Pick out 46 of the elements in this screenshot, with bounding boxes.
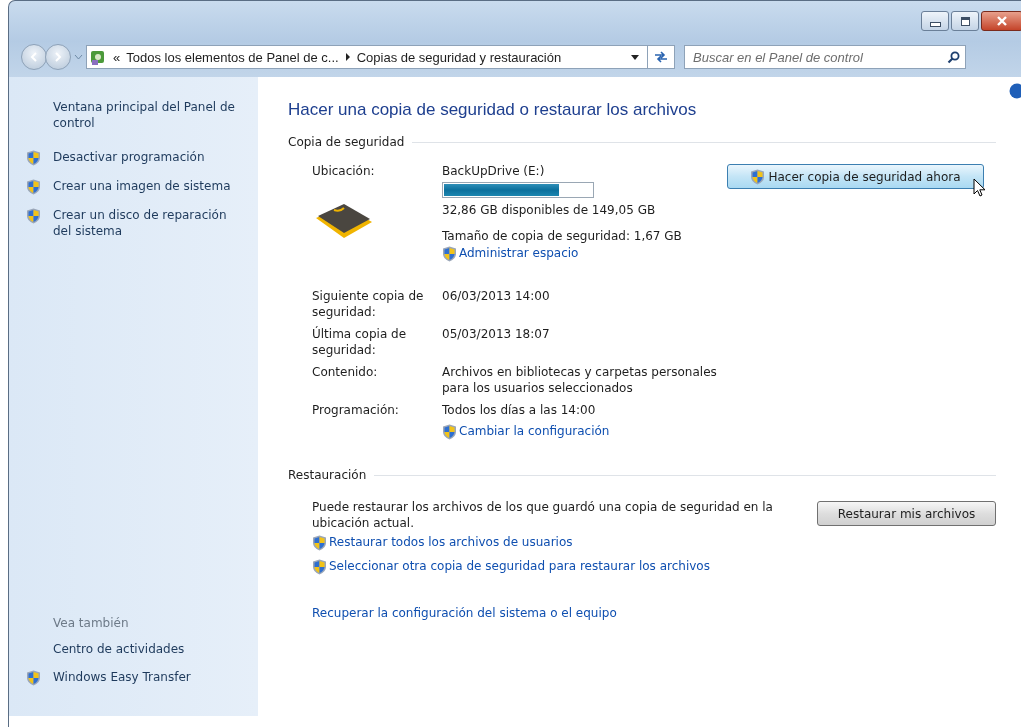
close-icon[interactable] <box>996 16 1008 26</box>
field-value: 05/03/2013 18:07 <box>442 326 551 343</box>
breadcrumb[interactable]: Copias de seguridad y restauración <box>356 49 562 65</box>
link[interactable]: Crear un disco de reparación del sistema <box>53 207 243 239</box>
control-panel-icon <box>89 48 107 66</box>
drive-name: BackUpDrive (E:) <box>442 164 546 178</box>
field-value: 06/03/2013 14:00 <box>442 288 551 305</box>
see-also-heading: Vea también <box>52 616 130 630</box>
page-title: Hacer una copia de seguridad o restaurar los archivos <box>288 100 698 120</box>
restore-description: Puede restaurar los archivos de los que guardó una copia de seguridad en la ubicación actual. <box>312 499 774 531</box>
link[interactable]: Centro de actividades <box>53 641 243 657</box>
help-icon[interactable] <box>1009 83 1021 99</box>
field-label: Contenido: <box>312 364 379 381</box>
link[interactable]: Recuperar la configuración del sistema o el equipo <box>312 606 617 620</box>
field-label: Última copia de seguridad: <box>312 326 408 358</box>
link[interactable]: Restaurar todos los archivos de usuarios <box>329 535 573 549</box>
link[interactable]: Seleccionar otra copia de seguridad para restaurar los archivos <box>329 559 710 573</box>
section-heading: Restauración <box>288 468 367 482</box>
search-icon[interactable] <box>947 51 960 64</box>
link[interactable]: Cambiar la configuración <box>459 424 610 438</box>
backup-now-button[interactable]: Hacer copia de seguridad ahora <box>727 164 984 189</box>
section-heading: Copia de seguridad <box>288 135 405 149</box>
breadcrumb-arrow-icon[interactable] <box>344 53 351 61</box>
link[interactable]: Ventana principal del Panel de control <box>53 99 243 131</box>
breadcrumb[interactable]: Todos los elementos de Panel de c... <box>126 49 339 65</box>
link[interactable]: Desactivar programación <box>53 149 243 165</box>
minimize-button[interactable] <box>921 11 949 31</box>
restore-files-button[interactable]: Restaurar mis archivos <box>817 501 996 526</box>
mouse-pointer-icon <box>973 178 987 198</box>
overflow-chevron[interactable]: « <box>113 49 121 65</box>
field-value: Todos los días a las 14:00 <box>442 402 597 418</box>
link[interactable]: Administrar espacio <box>459 246 579 260</box>
close-button[interactable] <box>981 11 1021 31</box>
dropdown-icon[interactable] <box>631 54 639 60</box>
search-field[interactable]: Buscar en el Panel de control <box>684 45 966 69</box>
field-label: Ubicación: <box>312 164 376 178</box>
address-bar[interactable]: « Todos los elementos de Panel de c... Copias de seguridad y restauración <box>86 45 675 69</box>
link[interactable]: Windows Easy Transfer <box>53 669 243 685</box>
maximize-button[interactable] <box>951 11 979 31</box>
refresh-icon[interactable] <box>654 51 668 63</box>
link[interactable]: Crear una imagen de sistema <box>53 178 243 194</box>
field-label: Siguiente copia de seguridad: <box>312 288 425 320</box>
backup-size-text: Tamaño de copia de seguridad: 1,67 GB <box>442 229 683 243</box>
field-value: Archivos en bibliotecas y carpetas personales para los usuarios seleccionados <box>442 364 718 396</box>
free-space-text: 32,86 GB disponibles de 149,05 GB <box>442 203 657 217</box>
field-label: Programación: <box>312 402 400 418</box>
